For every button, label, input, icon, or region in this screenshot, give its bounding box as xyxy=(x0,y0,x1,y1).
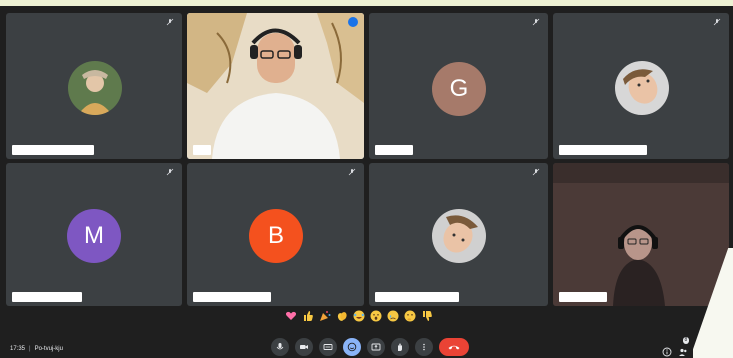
reactions-button[interactable] xyxy=(343,338,361,356)
mic-muted-icon xyxy=(166,18,174,26)
emoji-icon xyxy=(347,342,357,352)
thumbs-up-icon[interactable] xyxy=(301,310,315,324)
meeting-time: 17:35 xyxy=(10,346,26,352)
participant-name-redacted xyxy=(12,292,82,302)
participant-video-feed xyxy=(553,163,729,306)
info-icon[interactable] xyxy=(662,344,672,357)
participant-name-redacted xyxy=(375,292,459,302)
mic-muted-icon xyxy=(532,168,540,176)
hang-up-icon xyxy=(448,345,460,350)
participant-letter-avatar: M xyxy=(67,209,121,263)
meeting-info: 17:35 | Po-tvuj-kju xyxy=(10,346,63,352)
present-screen-icon xyxy=(371,343,381,351)
camera-button[interactable] xyxy=(295,338,313,356)
participant-name-redacted xyxy=(193,292,271,302)
participant-tile-8[interactable] xyxy=(553,163,729,306)
raise-hand-button[interactable] xyxy=(391,338,409,356)
participant-tile-6[interactable]: B xyxy=(187,163,364,306)
participant-letter-avatar: B xyxy=(249,209,303,263)
participant-name-redacted xyxy=(12,145,94,155)
meeting-info-separator: | xyxy=(29,346,31,352)
call-controls xyxy=(271,338,469,356)
present-button[interactable] xyxy=(367,338,385,356)
mic-muted-icon xyxy=(713,18,721,26)
sparkling-heart-icon[interactable] xyxy=(284,310,298,324)
leave-call-button[interactable] xyxy=(439,338,469,356)
participant-photo-avatar xyxy=(615,61,669,115)
meeting-status: Po-tvuj-kju xyxy=(34,346,63,352)
more-vertical-icon xyxy=(423,343,425,351)
participant-name-redacted xyxy=(559,145,647,155)
participant-tile-3[interactable]: G xyxy=(369,13,548,159)
participant-name-redacted xyxy=(193,145,211,155)
participant-photo-avatar xyxy=(432,209,486,263)
participant-name-redacted xyxy=(559,292,607,302)
speaking-indicator-icon xyxy=(348,17,358,27)
participant-tile-2[interactable] xyxy=(187,13,364,159)
participant-photo-avatar xyxy=(68,61,122,115)
participant-video-feed xyxy=(187,13,364,159)
crying-face-icon[interactable] xyxy=(386,310,400,324)
mic-muted-icon xyxy=(532,18,540,26)
bottom-toolbar: 17:35 | Po-tvuj-kju 8 xyxy=(0,304,733,358)
participant-name-redacted xyxy=(375,145,413,155)
participant-tile-5[interactable]: M xyxy=(6,163,182,306)
participant-tile-1[interactable] xyxy=(6,13,182,159)
captions-icon xyxy=(323,344,333,350)
raise-hand-icon xyxy=(398,343,402,351)
microphone-button[interactable] xyxy=(271,338,289,356)
people-count-badge: 8 xyxy=(683,337,689,344)
more-options-button[interactable] xyxy=(415,338,433,356)
party-popper-icon[interactable] xyxy=(318,310,332,324)
camera-icon xyxy=(300,345,308,349)
participant-letter-avatar: G xyxy=(432,62,486,116)
people-icon[interactable]: 8 xyxy=(678,337,689,356)
thinking-face-icon[interactable] xyxy=(403,310,417,324)
participant-tile-4[interactable] xyxy=(553,13,729,159)
thumbs-down-icon[interactable] xyxy=(420,310,434,324)
participant-tile-7[interactable] xyxy=(369,163,548,306)
mic-muted-icon xyxy=(166,168,174,176)
microphone-icon xyxy=(276,343,284,350)
mic-muted-icon xyxy=(348,168,356,176)
clapping-hands-icon[interactable] xyxy=(335,310,349,324)
meet-window: G M B 17:35 | Po-tvuj-kju 8 xyxy=(0,6,733,358)
joy-face-icon[interactable] xyxy=(352,310,366,324)
surprised-face-icon[interactable] xyxy=(369,310,383,324)
reactions-bar xyxy=(284,310,434,324)
captions-button[interactable] xyxy=(319,338,337,356)
